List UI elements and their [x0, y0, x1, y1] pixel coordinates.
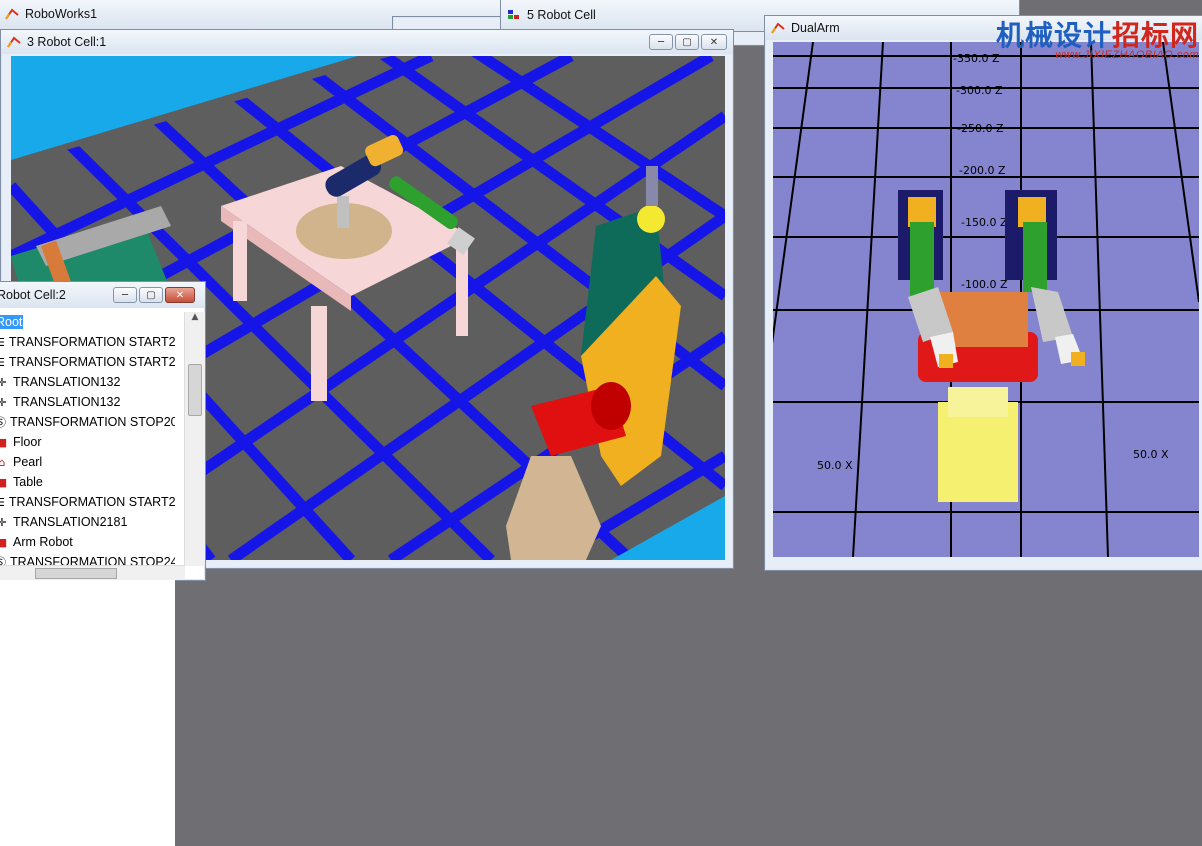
- cell5-window-title: 5 Robot Cell: [527, 8, 596, 22]
- axis-label-x-right: 50.0 X: [1133, 448, 1169, 461]
- minimize-button[interactable]: ─: [113, 287, 137, 303]
- minimize-icon: ─: [121, 289, 129, 301]
- close-icon: ✕: [175, 289, 185, 301]
- tree-item-label: Table: [13, 475, 43, 489]
- tree-item-label: Pearl: [13, 455, 43, 469]
- axis-label-z-1: -300.0 Z: [956, 84, 1003, 97]
- scroll-thumb[interactable]: [35, 568, 117, 579]
- transformation-start-icon: ☰: [0, 336, 5, 349]
- tree-item[interactable]: ☰TRANSFORMATION START2: [0, 352, 175, 372]
- axis-label-z-4: -150.0 Z: [961, 216, 1008, 229]
- tree-item[interactable]: ■ Table: [0, 472, 175, 492]
- tree-item[interactable]: ✛ TRANSLATION2181: [0, 512, 175, 532]
- tree-item-label: TRANSLATION2181: [13, 515, 128, 529]
- cell3-titlebar[interactable]: 3 Robot Cell:1 ─ ▢ ✕: [1, 30, 733, 54]
- object-icon: ■: [0, 435, 8, 449]
- dualarm-scene: -350.0 Z -300.0 Z -250.0 Z -200.0 Z -150…: [773, 42, 1199, 557]
- axis-label-z-2: -250.0 Z: [957, 122, 1004, 135]
- object-icon: ■: [0, 475, 8, 489]
- axis-label-x-left: 50.0 X: [817, 459, 853, 472]
- tree-item[interactable]: Root: [0, 312, 175, 332]
- translation-icon: ✛: [0, 395, 7, 409]
- axis-label-z-5: -100.0 Z: [961, 278, 1008, 291]
- roboworks-app-icon: [771, 22, 785, 34]
- tree-item[interactable]: ✛ TRANSLATION132: [0, 392, 175, 412]
- maximize-button[interactable]: ▢: [675, 34, 699, 50]
- scroll-thumb[interactable]: [188, 364, 202, 416]
- watermark-text-blue: 机械设计: [995, 19, 1112, 52]
- axis-label-z-0: -350.0 Z: [953, 52, 1000, 65]
- watermark: 机械设计招标网 www.JIXIEZHAOBIAO.com: [996, 22, 1199, 61]
- scroll-up-icon[interactable]: ▲: [185, 312, 205, 322]
- minimize-button[interactable]: ─: [649, 34, 673, 50]
- translation-icon: ✛: [0, 515, 7, 529]
- stop-icon: Ⓢ: [0, 416, 6, 429]
- roboworks-app-icon: [7, 36, 21, 48]
- tree-item[interactable]: ⌂ Pearl: [0, 452, 175, 472]
- transformation-start-icon: ☰: [0, 496, 5, 509]
- close-button[interactable]: ✕: [701, 34, 727, 50]
- cell2-window-title: Robot Cell:2: [0, 288, 66, 302]
- transformation-start-icon: ☰: [0, 356, 5, 369]
- tree-vertical-scrollbar[interactable]: ▲: [184, 312, 205, 566]
- watermark-text-red: 招标网: [1111, 19, 1199, 52]
- axis-label-z-3: -200.0 Z: [959, 164, 1006, 177]
- tree-item[interactable]: ☰TRANSFORMATION START2: [0, 332, 175, 352]
- cell2-titlebar[interactable]: Robot Cell:2 ─ ▢ ✕: [0, 282, 205, 308]
- cell-doc-icon: [508, 10, 519, 19]
- dualarm-window[interactable]: DualArm -350.0 Z -300.0 Z -250.0 Z -200.…: [764, 15, 1202, 571]
- tree-item[interactable]: Ⓢ TRANSFORMATION STOP20: [0, 412, 175, 432]
- tree-item[interactable]: ☰TRANSFORMATION START2: [0, 492, 175, 512]
- pearl-icon: ⌂: [0, 455, 6, 469]
- minimize-icon: ─: [657, 36, 665, 48]
- tree-item[interactable]: ✛ TRANSLATION132: [0, 372, 175, 392]
- tree-item-label: Floor: [13, 435, 42, 449]
- main-window-title: RoboWorks1: [25, 7, 98, 21]
- close-icon: ✕: [709, 36, 719, 48]
- tree-item-label: TRANSFORMATION START2: [8, 355, 175, 369]
- maximize-button[interactable]: ▢: [139, 287, 163, 303]
- dualarm-3d-viewport[interactable]: -350.0 Z -300.0 Z -250.0 Z -200.0 Z -150…: [773, 42, 1199, 557]
- maximize-icon: ▢: [146, 289, 156, 301]
- tree-item[interactable]: ■ Arm Robot: [0, 532, 175, 552]
- tree-item-label: Root: [0, 315, 24, 329]
- tree-horizontal-scrollbar[interactable]: [0, 565, 185, 580]
- tree-item-label: Arm Robot: [13, 535, 73, 549]
- roboworks-app-icon: [5, 8, 19, 20]
- object-icon: ■: [0, 535, 8, 549]
- maximize-icon: ▢: [682, 36, 692, 48]
- tree-item-label: TRANSLATION132: [13, 395, 121, 409]
- tree-item[interactable]: ■ Floor: [0, 432, 175, 452]
- tree-item-label: TRANSFORMATION START2: [8, 335, 175, 349]
- cell3-window-title: 3 Robot Cell:1: [27, 35, 107, 49]
- close-button[interactable]: ✕: [165, 287, 195, 303]
- dualarm-window-title: DualArm: [791, 21, 840, 35]
- tree-item-label: TRANSFORMATION STOP20: [10, 415, 175, 429]
- tree-item-label: TRANSFORMATION START2: [8, 495, 175, 509]
- cell2-tree-window[interactable]: Robot Cell:2 ─ ▢ ✕ Root☰TRANSFORMATION S…: [0, 281, 206, 846]
- translation-icon: ✛: [0, 375, 7, 389]
- tree-item-label: TRANSLATION132: [13, 375, 121, 389]
